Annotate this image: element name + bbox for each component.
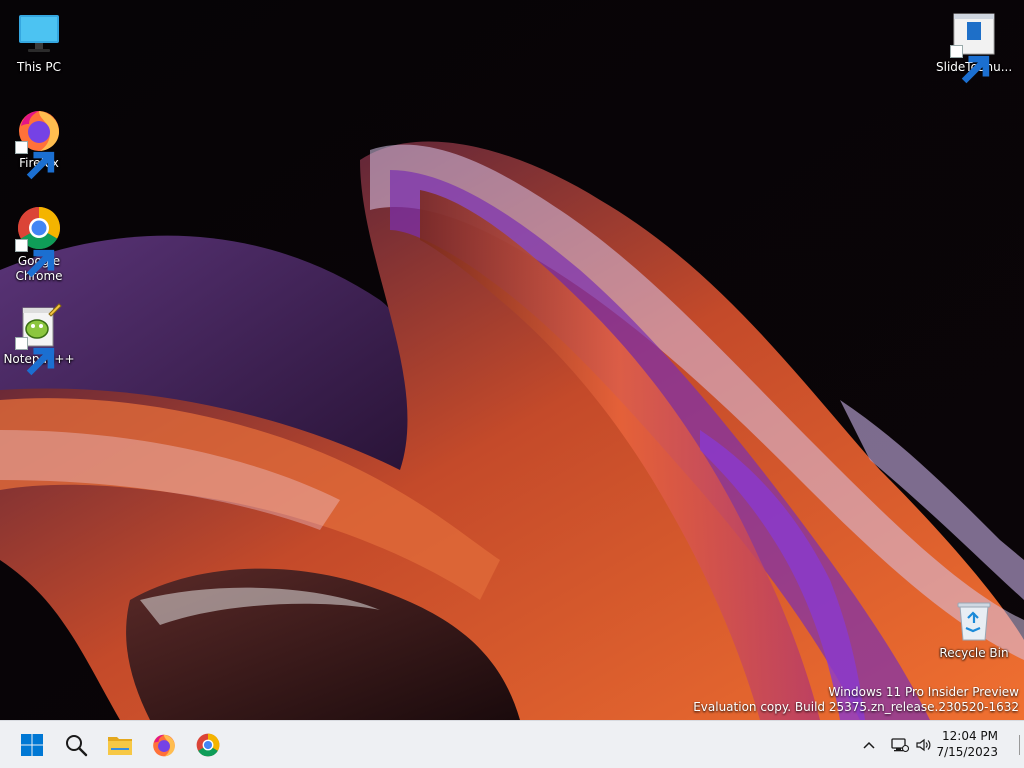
recycle-bin-icon [950, 596, 998, 644]
search-icon [66, 735, 88, 757]
clock-date: 7/15/2023 [936, 745, 998, 759]
chevron-up-icon [863, 741, 875, 749]
show-desktop-button[interactable] [1018, 729, 1024, 761]
shortcut-arrow-icon [950, 45, 990, 84]
desktop-icon-label: This PC [17, 60, 61, 74]
firefox-icon [153, 734, 175, 757]
desktop[interactable]: This PC Firefox Google Chrome Notepad++ … [0, 0, 1024, 720]
desktop-icon-google-chrome[interactable]: Google Chrome [1, 204, 77, 284]
taskbar-chrome-button[interactable] [190, 727, 226, 763]
taskbar: 12:04 PM 7/15/2023 [0, 720, 1024, 768]
chrome-icon [196, 733, 220, 757]
clock-time: 12:04 PM [942, 729, 998, 743]
shortcut-arrow-icon [15, 239, 55, 278]
network-icon [891, 738, 909, 753]
network-volume-button[interactable] [888, 731, 936, 759]
desktop-icon-notepadpp[interactable]: Notepad++ [1, 302, 77, 376]
notepadpp-icon [15, 302, 63, 376]
desktop-icon-label: Recycle Bin [939, 646, 1009, 660]
shortcut-arrow-icon [15, 141, 55, 180]
file-explorer-icon [108, 737, 132, 755]
shortcut-arrow-icon [15, 337, 55, 376]
taskbar-firefox-button[interactable] [146, 727, 182, 763]
watermark-edition: Windows 11 Pro Insider Preview [828, 685, 1019, 699]
file-explorer-button[interactable] [102, 727, 138, 763]
desktop-icon-recycle-bin[interactable]: Recycle Bin [936, 596, 1012, 661]
windows-watermark: Windows 11 Pro Insider Preview Evaluatio… [693, 685, 1019, 715]
show-hidden-icons-button[interactable] [858, 731, 880, 759]
desktop-icon-slidetoshutdown[interactable]: SlideToShu... [936, 10, 1012, 84]
volume-icon [916, 738, 931, 752]
start-icon [21, 734, 43, 756]
chrome-icon [15, 204, 63, 278]
search-button[interactable] [58, 727, 94, 763]
watermark-build: Evaluation copy. Build 25375.zn_release.… [693, 700, 1019, 714]
slidetoshutdown-icon [950, 10, 998, 84]
clock[interactable]: 12:04 PM 7/15/2023 [936, 728, 998, 760]
wallpaper [0, 0, 1024, 720]
desktop-icon-firefox[interactable]: Firefox [1, 106, 77, 180]
start-button[interactable] [14, 727, 50, 763]
computer-icon [15, 10, 63, 58]
desktop-icon-this-pc[interactable]: This PC [1, 10, 77, 75]
firefox-icon [15, 106, 63, 180]
